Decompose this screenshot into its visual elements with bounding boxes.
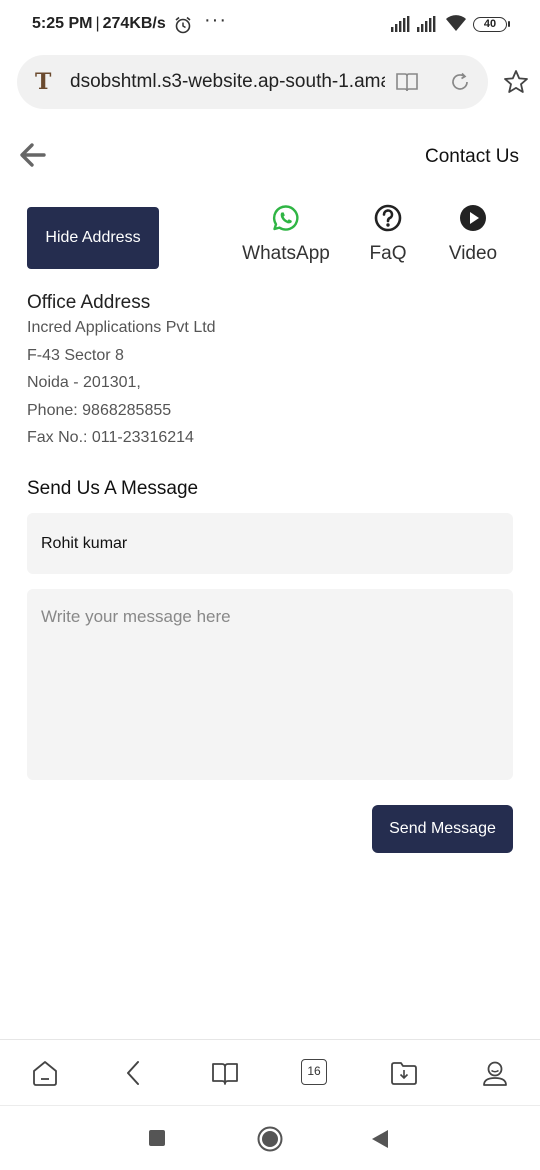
back-triangle-icon[interactable]	[371, 1129, 389, 1149]
name-input[interactable]	[27, 513, 513, 574]
whatsapp-icon	[272, 205, 299, 231]
reader-mode-icon[interactable]	[395, 71, 419, 93]
hide-address-button[interactable]: Hide Address	[27, 207, 159, 269]
network-speed: 274KB/s	[102, 15, 166, 32]
fax-number: Fax No.: 011-23316214	[27, 429, 194, 446]
back-icon[interactable]	[120, 1059, 148, 1087]
phone-number: Phone: 9868285855	[27, 401, 172, 419]
more-notifications-icon: ···	[204, 9, 227, 31]
alarm-icon	[175, 16, 191, 34]
profile-icon[interactable]	[481, 1059, 509, 1087]
home-icon[interactable]	[31, 1059, 59, 1087]
whatsapp-link[interactable]: WhatsApp	[236, 204, 336, 265]
status-time-group: 5:25 PM | 274KB/s	[32, 15, 166, 33]
faq-link[interactable]: FaQ	[358, 204, 418, 265]
status-separator: |	[95, 15, 100, 32]
system-navigation-bar	[0, 1105, 540, 1170]
signal-icon	[417, 16, 436, 32]
status-bar: 5:25 PM | 274KB/s ··· 40	[0, 0, 540, 50]
tabs-count-icon[interactable]: 16	[301, 1059, 327, 1085]
battery-icon: 40	[473, 17, 510, 32]
url-text[interactable]: dsobshtml.s3-website.ap-south-1.amazonaw…	[70, 71, 385, 93]
status-time: 5:25 PM	[32, 15, 93, 32]
faq-label: FaQ	[369, 243, 407, 264]
bookmarks-icon[interactable]	[211, 1059, 239, 1087]
home-circle-icon[interactable]	[257, 1126, 283, 1152]
recents-square-icon[interactable]	[149, 1130, 165, 1146]
back-arrow-icon[interactable]	[18, 142, 46, 168]
bookmark-star-icon[interactable]	[503, 69, 529, 95]
office-address-heading: Office Address	[27, 292, 151, 313]
office-address-block: Incred Applications Pvt Ltd F-43 Sector …	[27, 318, 216, 456]
address-bar[interactable]: T dsobshtml.s3-website.ap-south-1.amazon…	[17, 55, 488, 109]
address-street: F-43 Sector 8	[27, 346, 124, 364]
send-message-heading: Send Us A Message	[27, 478, 199, 499]
browser-toolbar: 16	[0, 1039, 540, 1105]
downloads-folder-icon[interactable]	[390, 1059, 418, 1087]
send-message-button[interactable]: Send Message	[372, 805, 513, 853]
site-favicon-icon: T	[35, 69, 52, 95]
page-title: Contact Us	[425, 146, 519, 167]
video-link[interactable]: Video	[443, 204, 503, 265]
company-name: Incred Applications Pvt Ltd	[27, 319, 216, 336]
signal-icon	[391, 16, 410, 32]
help-question-icon	[374, 204, 402, 232]
address-city: Noida - 201301,	[27, 374, 141, 391]
wifi-icon	[446, 15, 466, 31]
reload-icon[interactable]	[449, 71, 471, 93]
play-circle-icon	[460, 205, 486, 231]
whatsapp-label: WhatsApp	[242, 243, 330, 264]
video-label: Video	[448, 243, 498, 264]
message-textarea[interactable]	[27, 589, 513, 780]
